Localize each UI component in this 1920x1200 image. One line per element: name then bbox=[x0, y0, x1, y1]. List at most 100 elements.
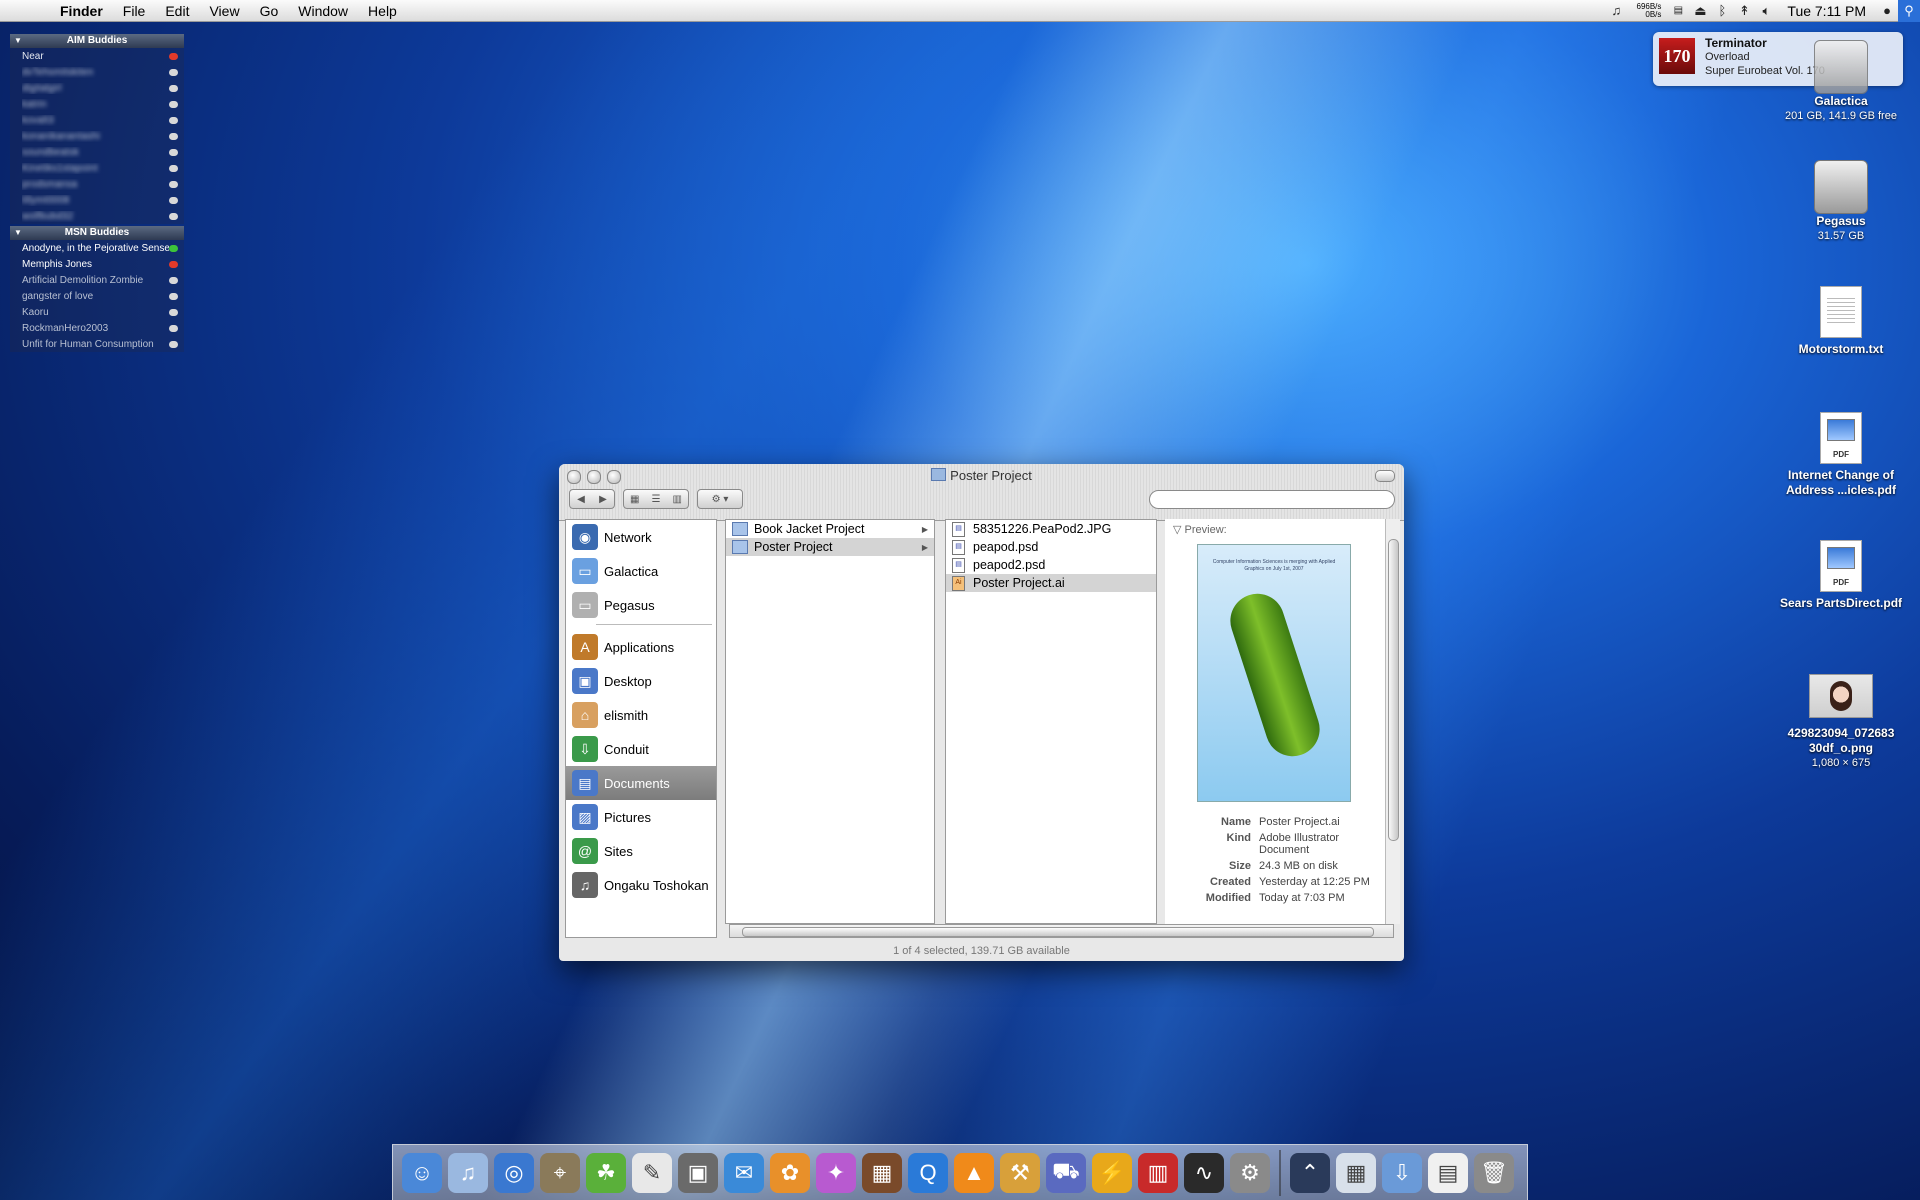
forward-arrow-icon[interactable]: ▶ bbox=[599, 494, 607, 505]
preview-vertical-scrollbar[interactable] bbox=[1385, 519, 1400, 924]
finder-icon[interactable]: ☺ bbox=[402, 1152, 442, 1193]
sidebar-item-documents[interactable]: ▤ Documents bbox=[566, 766, 716, 800]
buddy-row[interactable]: Near bbox=[10, 48, 184, 64]
preview-icon[interactable]: ⌖ bbox=[540, 1152, 580, 1193]
butterfly-icon[interactable]: ✦ bbox=[816, 1152, 856, 1193]
applications-stack-icon[interactable]: ⌃ bbox=[1290, 1152, 1330, 1193]
horizontal-scrollbar[interactable] bbox=[729, 924, 1394, 938]
buddy-row[interactable]: Anodyne, in the Pejorative Sense bbox=[10, 240, 184, 256]
folder-row[interactable]: Book Jacket Project ▶ bbox=[726, 520, 934, 538]
buddy-row[interactable]: digitalgirl bbox=[10, 80, 184, 96]
document-icon[interactable]: ▤ bbox=[1428, 1152, 1468, 1193]
coda-icon[interactable]: ⚡ bbox=[1092, 1152, 1132, 1193]
preview-header[interactable]: ▽ Preview: bbox=[1173, 523, 1390, 536]
textedit-icon[interactable]: ✎ bbox=[632, 1152, 672, 1193]
file-row[interactable]: Ai Poster Project.ai bbox=[946, 574, 1156, 592]
folder-row[interactable]: Poster Project ▶ bbox=[726, 538, 934, 556]
aim-group-header[interactable]: ▼ AIM Buddies bbox=[10, 34, 184, 48]
trash-icon[interactable]: 🗑︎ bbox=[1474, 1152, 1514, 1193]
music-note-icon[interactable]: ♫ bbox=[1605, 3, 1627, 18]
activity-monitor-icon[interactable]: ∿ bbox=[1184, 1152, 1224, 1193]
menu-app-finder[interactable]: Finder bbox=[50, 3, 113, 19]
column-view-icon[interactable]: ▥ bbox=[673, 494, 682, 505]
desktop-icon-galactica[interactable]: Galactica 201 GB, 141.9 GB free bbox=[1771, 40, 1911, 123]
sidebar-item-applications[interactable]: A Applications bbox=[566, 630, 716, 664]
flower-icon[interactable]: ✿ bbox=[770, 1152, 810, 1193]
list-view-icon[interactable]: ☰ bbox=[652, 494, 661, 505]
msn-group-header[interactable]: ▼ MSN Buddies bbox=[10, 226, 184, 240]
quicktime-icon[interactable]: Q bbox=[908, 1152, 948, 1193]
mail-icon[interactable]: ✉ bbox=[724, 1152, 764, 1193]
buddy-row[interactable]: Kinetiks1stapoint bbox=[10, 160, 184, 176]
buddy-row[interactable]: lillymt0008 bbox=[10, 192, 184, 208]
desktop-icon-png[interactable]: 429823094_07268330df_o.png 1,080 × 675 bbox=[1771, 674, 1911, 770]
sidebar-item-pegasus[interactable]: ▭ Pegasus bbox=[566, 588, 716, 622]
spotlight-icon[interactable]: ⚲ bbox=[1898, 0, 1920, 22]
airport-icon[interactable]: ↟ bbox=[1733, 3, 1755, 19]
volume-icon[interactable]: 🔈︎ bbox=[1755, 3, 1777, 19]
eject-icon[interactable]: ⏏ bbox=[1689, 3, 1711, 19]
disclosure-triangle-icon[interactable]: ▼ bbox=[14, 34, 22, 48]
iphoto-icon[interactable]: ▣ bbox=[678, 1152, 718, 1193]
toolbar-toggle-button[interactable] bbox=[1375, 470, 1395, 482]
buddy-row[interactable]: wolfbubd32 bbox=[10, 208, 184, 224]
desktop-icon-internet-change[interactable]: PDF Internet Change of Address ...icles.… bbox=[1771, 412, 1911, 498]
icon-view-icon[interactable]: ▦ bbox=[630, 494, 639, 505]
buddy-row[interactable]: dvTehsmitskiten bbox=[10, 64, 184, 80]
file-row[interactable]: ▤ peapod2.psd bbox=[946, 556, 1156, 574]
calendar-icon[interactable]: ▦ bbox=[1336, 1152, 1376, 1193]
disclosure-triangle-icon[interactable]: ▼ bbox=[14, 226, 22, 240]
menu-help[interactable]: Help bbox=[358, 3, 407, 19]
sidebar-item-elismith[interactable]: ⌂ elismith bbox=[566, 698, 716, 732]
scroll-thumb[interactable] bbox=[742, 927, 1374, 937]
desktop-icon-sears[interactable]: PDF Sears PartsDirect.pdf bbox=[1771, 540, 1911, 611]
desktop-icon-pegasus[interactable]: Pegasus 31.57 GB bbox=[1771, 160, 1911, 243]
buddy-row[interactable]: gangster of love bbox=[10, 288, 184, 304]
sidebar-item-network[interactable]: ◉ Network bbox=[566, 520, 716, 554]
back-forward-buttons[interactable]: ◀ ▶ bbox=[569, 489, 615, 509]
sidebar-item-desktop[interactable]: ▣ Desktop bbox=[566, 664, 716, 698]
buddy-row[interactable]: kovalt3 bbox=[10, 112, 184, 128]
buddy-row[interactable]: konanikanantashi bbox=[10, 128, 184, 144]
sidebar-item-sites[interactable]: @ Sites bbox=[566, 834, 716, 868]
sidebar-item-ongaku-toshokan[interactable]: ♫ Ongaku Toshokan bbox=[566, 868, 716, 902]
toolbox-icon[interactable]: ⚒ bbox=[1000, 1152, 1040, 1193]
action-menu-button[interactable]: ⚙ ▾ bbox=[697, 489, 743, 509]
sidebar-item-galactica[interactable]: ▭ Galactica bbox=[566, 554, 716, 588]
desktop-icon-motorstorm[interactable]: Motorstorm.txt bbox=[1771, 286, 1911, 357]
vlc-icon[interactable]: ▲ bbox=[954, 1152, 994, 1193]
menu-file[interactable]: File bbox=[113, 3, 156, 19]
bluetooth-icon[interactable]: ᛒ bbox=[1711, 3, 1733, 18]
window-titlebar[interactable]: Poster Project ◀▶ ▦☰▥ ⚙ ▾ ⚲ bbox=[559, 464, 1404, 521]
buddy-row[interactable]: Artificial Demolition Zombie bbox=[10, 272, 184, 288]
itunes-icon[interactable]: ♫ bbox=[448, 1152, 488, 1193]
buddy-row[interactable]: katrin bbox=[10, 96, 184, 112]
buddy-row[interactable]: prodsmansa bbox=[10, 176, 184, 192]
sidebar-item-pictures[interactable]: ▨ Pictures bbox=[566, 800, 716, 834]
toaster-icon[interactable]: ▥ bbox=[1138, 1152, 1178, 1193]
buddy-row[interactable]: Unfit for Human Consumption bbox=[10, 336, 184, 352]
adium-icon[interactable]: ☘ bbox=[586, 1152, 626, 1193]
safari-icon[interactable]: ◎ bbox=[494, 1152, 534, 1193]
downloads-folder-icon[interactable]: ⇩ bbox=[1382, 1152, 1422, 1193]
us-flag-icon[interactable]: ▤ bbox=[1667, 5, 1689, 16]
user-icon[interactable]: ● bbox=[1876, 3, 1898, 18]
buddy-row[interactable]: soundbeatsk bbox=[10, 144, 184, 160]
photo-booth-icon[interactable]: ▦ bbox=[862, 1152, 902, 1193]
menu-view[interactable]: View bbox=[199, 3, 249, 19]
sidebar-item-conduit[interactable]: ⇩ Conduit bbox=[566, 732, 716, 766]
buddy-row[interactable]: Memphis Jones bbox=[10, 256, 184, 272]
truck-icon[interactable]: ⛟ bbox=[1046, 1152, 1086, 1193]
system-preferences-icon[interactable]: ⚙ bbox=[1230, 1152, 1270, 1193]
back-arrow-icon[interactable]: ◀ bbox=[577, 494, 585, 505]
menu-clock[interactable]: Tue 7:11 PM bbox=[1777, 3, 1876, 19]
buddy-row[interactable]: Kaoru bbox=[10, 304, 184, 320]
search-input[interactable] bbox=[1149, 490, 1395, 509]
file-row[interactable]: ▤ peapod.psd bbox=[946, 538, 1156, 556]
menu-edit[interactable]: Edit bbox=[155, 3, 199, 19]
file-row[interactable]: ▤ 58351226.PeaPod2.JPG bbox=[946, 520, 1156, 538]
buddy-row[interactable]: RockmanHero2003 bbox=[10, 320, 184, 336]
menu-go[interactable]: Go bbox=[250, 3, 289, 19]
menu-window[interactable]: Window bbox=[288, 3, 358, 19]
view-buttons[interactable]: ▦ ☰ ▥ bbox=[623, 489, 689, 509]
